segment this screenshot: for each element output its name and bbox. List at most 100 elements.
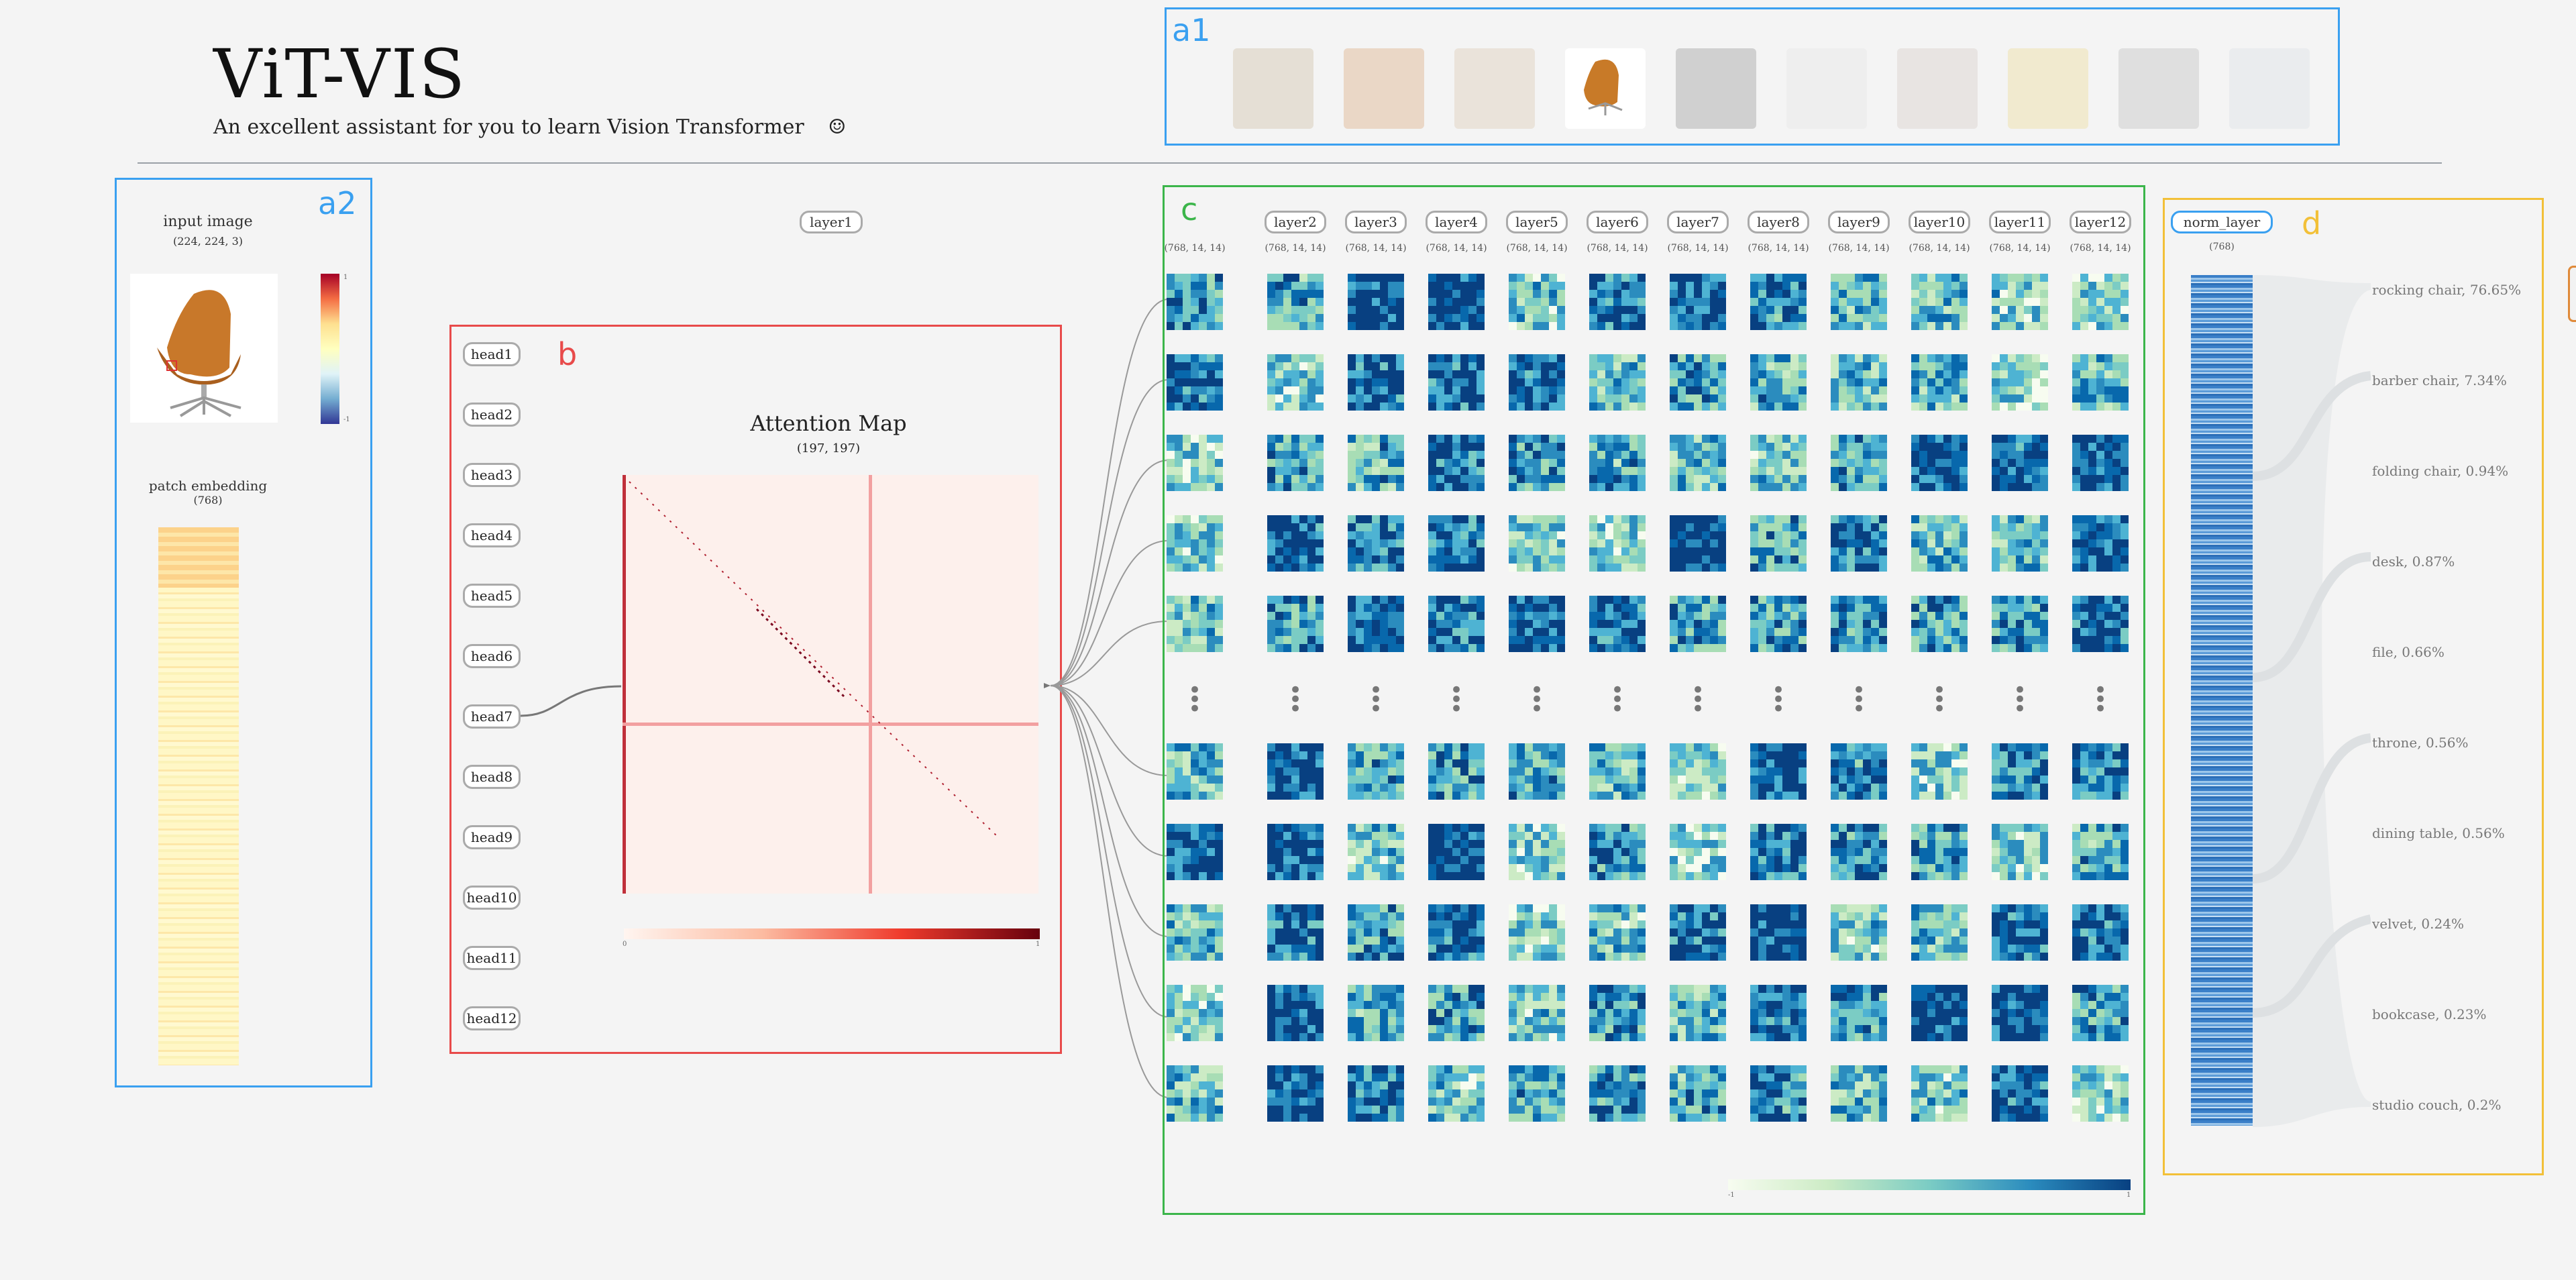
feature-map[interactable] <box>1750 1065 1807 1122</box>
lemon-image[interactable] <box>2008 48 2088 129</box>
feature-map[interactable] <box>1348 354 1404 411</box>
feature-map[interactable] <box>1750 904 1807 961</box>
feature-map[interactable] <box>1589 985 1646 1041</box>
feature-map[interactable] <box>1167 743 1223 800</box>
feature-map[interactable] <box>1428 596 1485 652</box>
feature-map[interactable] <box>1589 435 1646 491</box>
feature-map[interactable] <box>1992 904 2048 961</box>
layer-chip-8[interactable]: layer8 <box>1748 211 1809 233</box>
shark-image[interactable] <box>2229 48 2310 129</box>
feature-map[interactable] <box>1509 274 1565 330</box>
feature-map[interactable] <box>1267 985 1324 1041</box>
feature-map[interactable] <box>1750 824 1807 880</box>
head-chip-1[interactable]: head1 <box>463 342 521 366</box>
feature-map[interactable] <box>1911 824 1968 880</box>
feature-map[interactable] <box>1589 824 1646 880</box>
feature-map[interactable] <box>1348 435 1404 491</box>
head-chip-8[interactable]: head8 <box>463 765 521 789</box>
feature-map[interactable] <box>2072 985 2129 1041</box>
feature-map[interactable] <box>1670 985 1726 1041</box>
feature-map[interactable] <box>1750 743 1807 800</box>
feature-map[interactable] <box>1992 435 2048 491</box>
feature-map[interactable] <box>2072 274 2129 330</box>
feature-map[interactable] <box>1509 354 1565 411</box>
feature-map[interactable] <box>1428 515 1485 572</box>
feature-map[interactable] <box>1670 354 1726 411</box>
feature-map[interactable] <box>1589 354 1646 411</box>
feature-map[interactable] <box>1428 824 1485 880</box>
feature-map[interactable] <box>1509 1065 1565 1122</box>
feature-map[interactable] <box>1589 904 1646 961</box>
feature-map[interactable] <box>1992 515 2048 572</box>
feature-map[interactable] <box>1831 743 1887 800</box>
feature-map[interactable] <box>1267 743 1324 800</box>
feature-map[interactable] <box>2072 743 2129 800</box>
feature-map[interactable] <box>1992 596 2048 652</box>
horse-image[interactable] <box>1897 48 1978 129</box>
feature-map[interactable] <box>1670 515 1726 572</box>
feature-map[interactable] <box>1589 515 1646 572</box>
feature-map[interactable] <box>2072 596 2129 652</box>
feature-map[interactable] <box>1428 985 1485 1041</box>
head-chip-2[interactable]: head2 <box>463 403 521 427</box>
feature-map[interactable] <box>1348 824 1404 880</box>
feature-map[interactable] <box>1750 596 1807 652</box>
feature-map[interactable] <box>1750 435 1807 491</box>
feature-map[interactable] <box>1348 274 1404 330</box>
feature-map[interactable] <box>1589 1065 1646 1122</box>
scrollbar-handle[interactable] <box>2568 266 2576 322</box>
feature-map[interactable] <box>2072 1065 2129 1122</box>
feature-map[interactable] <box>1911 985 1968 1041</box>
feature-map[interactable] <box>1911 1065 1968 1122</box>
feature-map[interactable] <box>2072 824 2129 880</box>
layer-chip-9[interactable]: layer9 <box>1828 211 1890 233</box>
feature-map[interactable] <box>1509 824 1565 880</box>
feature-map[interactable] <box>1911 274 1968 330</box>
head-chip-5[interactable]: head5 <box>463 584 521 608</box>
feature-map[interactable] <box>1167 904 1223 961</box>
feature-map[interactable] <box>1670 274 1726 330</box>
feature-map[interactable] <box>1348 1065 1404 1122</box>
dog-image[interactable] <box>1676 48 1756 129</box>
feature-map[interactable] <box>1992 824 2048 880</box>
head-chip-6[interactable]: head6 <box>463 644 521 668</box>
feature-map[interactable] <box>1670 1065 1726 1122</box>
layer-chip-11[interactable]: layer11 <box>1989 211 2051 233</box>
layer-chip-7[interactable]: layer7 <box>1667 211 1729 233</box>
feature-map[interactable] <box>2072 435 2129 491</box>
white-dog-image[interactable] <box>1786 48 1867 129</box>
feature-map[interactable] <box>1267 274 1324 330</box>
feature-map[interactable] <box>1267 596 1324 652</box>
feature-map[interactable] <box>1428 1065 1485 1122</box>
cat-image[interactable] <box>1454 48 1535 129</box>
feature-map[interactable] <box>1750 354 1807 411</box>
feature-map[interactable] <box>1992 743 2048 800</box>
feature-map[interactable] <box>1992 985 2048 1041</box>
feature-map[interactable] <box>1167 985 1223 1041</box>
feature-map[interactable] <box>1911 435 1968 491</box>
feature-map[interactable] <box>1167 596 1223 652</box>
feature-map[interactable] <box>1267 1065 1324 1122</box>
feature-map[interactable] <box>1750 274 1807 330</box>
feature-map[interactable] <box>2072 904 2129 961</box>
attention-map[interactable] <box>623 475 1038 894</box>
feature-map[interactable] <box>1831 274 1887 330</box>
feature-map[interactable] <box>1831 904 1887 961</box>
layer-chip-10[interactable]: layer10 <box>1909 211 1970 233</box>
feature-map[interactable] <box>1428 274 1485 330</box>
feature-map[interactable] <box>1750 515 1807 572</box>
feature-map[interactable] <box>1992 274 2048 330</box>
layer-chip-12[interactable]: layer12 <box>2070 211 2131 233</box>
head-chip-4[interactable]: head4 <box>463 523 521 547</box>
feature-map[interactable] <box>1670 824 1726 880</box>
input-image[interactable] <box>130 274 278 423</box>
feature-map[interactable] <box>1167 354 1223 411</box>
feature-map[interactable] <box>1167 515 1223 572</box>
feature-map[interactable] <box>1831 515 1887 572</box>
feature-map[interactable] <box>1428 904 1485 961</box>
feature-map[interactable] <box>1267 904 1324 961</box>
feature-map[interactable] <box>1831 1065 1887 1122</box>
head-chip-9[interactable]: head9 <box>463 825 521 849</box>
feature-map[interactable] <box>1509 985 1565 1041</box>
head-chip-3[interactable]: head3 <box>463 463 521 487</box>
